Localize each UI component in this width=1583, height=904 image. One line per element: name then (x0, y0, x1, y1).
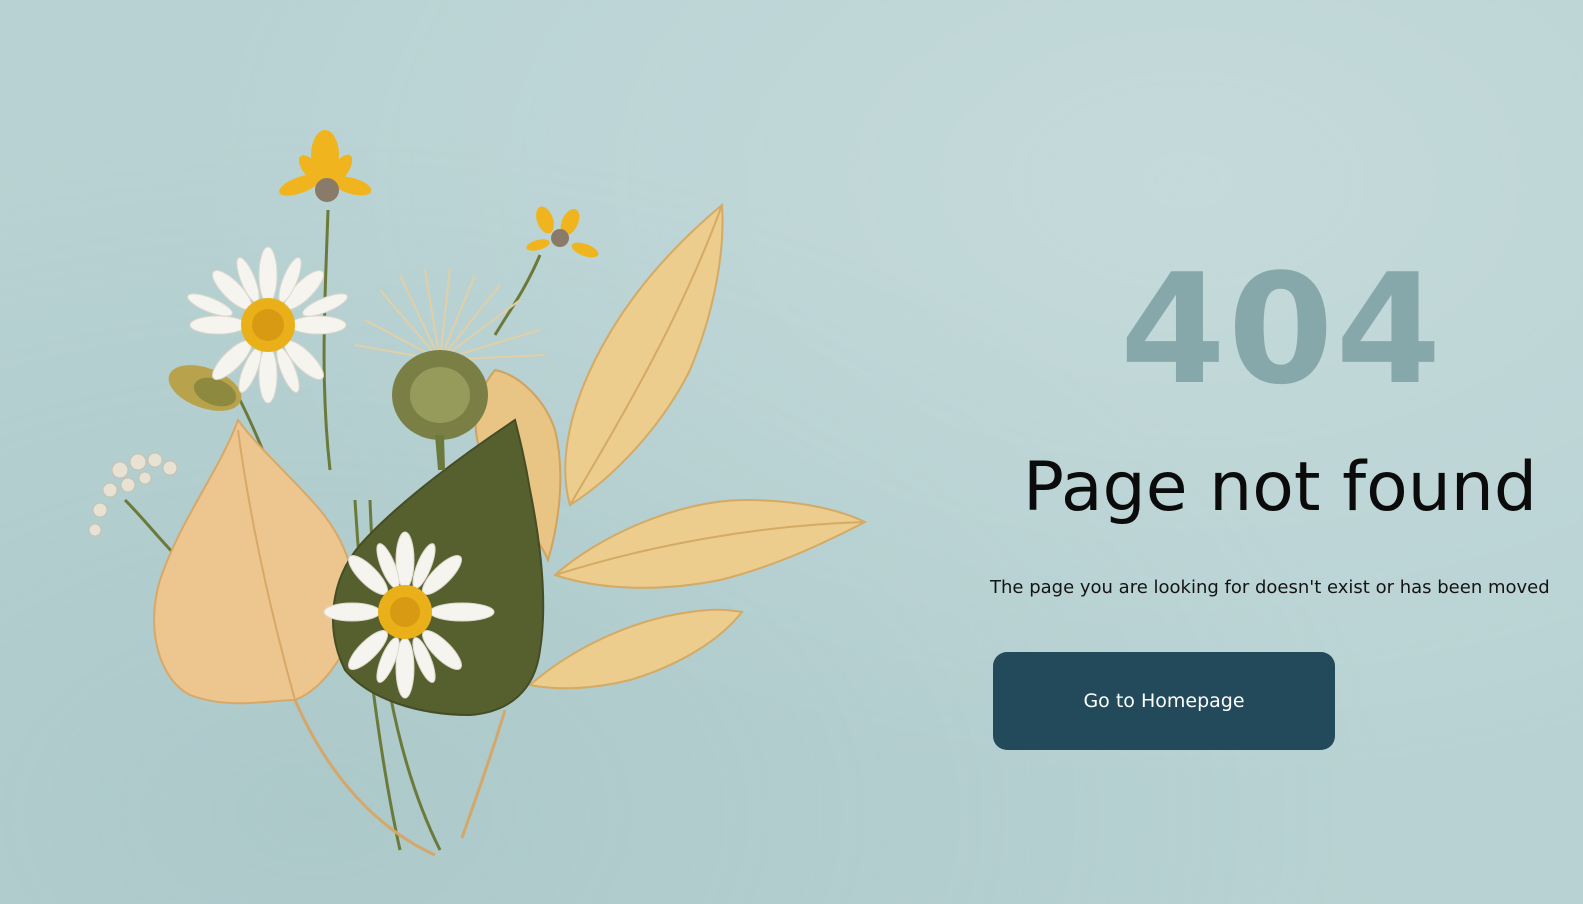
page-title: Page not found (1022, 448, 1538, 527)
go-to-homepage-button[interactable]: Go to Homepage (993, 652, 1335, 750)
error-message: The page you are looking for doesn't exi… (990, 577, 1550, 598)
heart-leaf (153, 417, 357, 705)
right-leaf (553, 498, 868, 589)
yellow-flower-right (526, 206, 599, 258)
leaf-stems (293, 699, 507, 857)
pressed-flowers-icon (88, 130, 868, 857)
lower-leaf (527, 608, 744, 690)
error-code: 404 (1120, 241, 1444, 418)
white-cluster-flower (88, 452, 178, 537)
yellow-flower-top (279, 130, 372, 202)
pressed-flowers-illustration (0, 0, 900, 904)
